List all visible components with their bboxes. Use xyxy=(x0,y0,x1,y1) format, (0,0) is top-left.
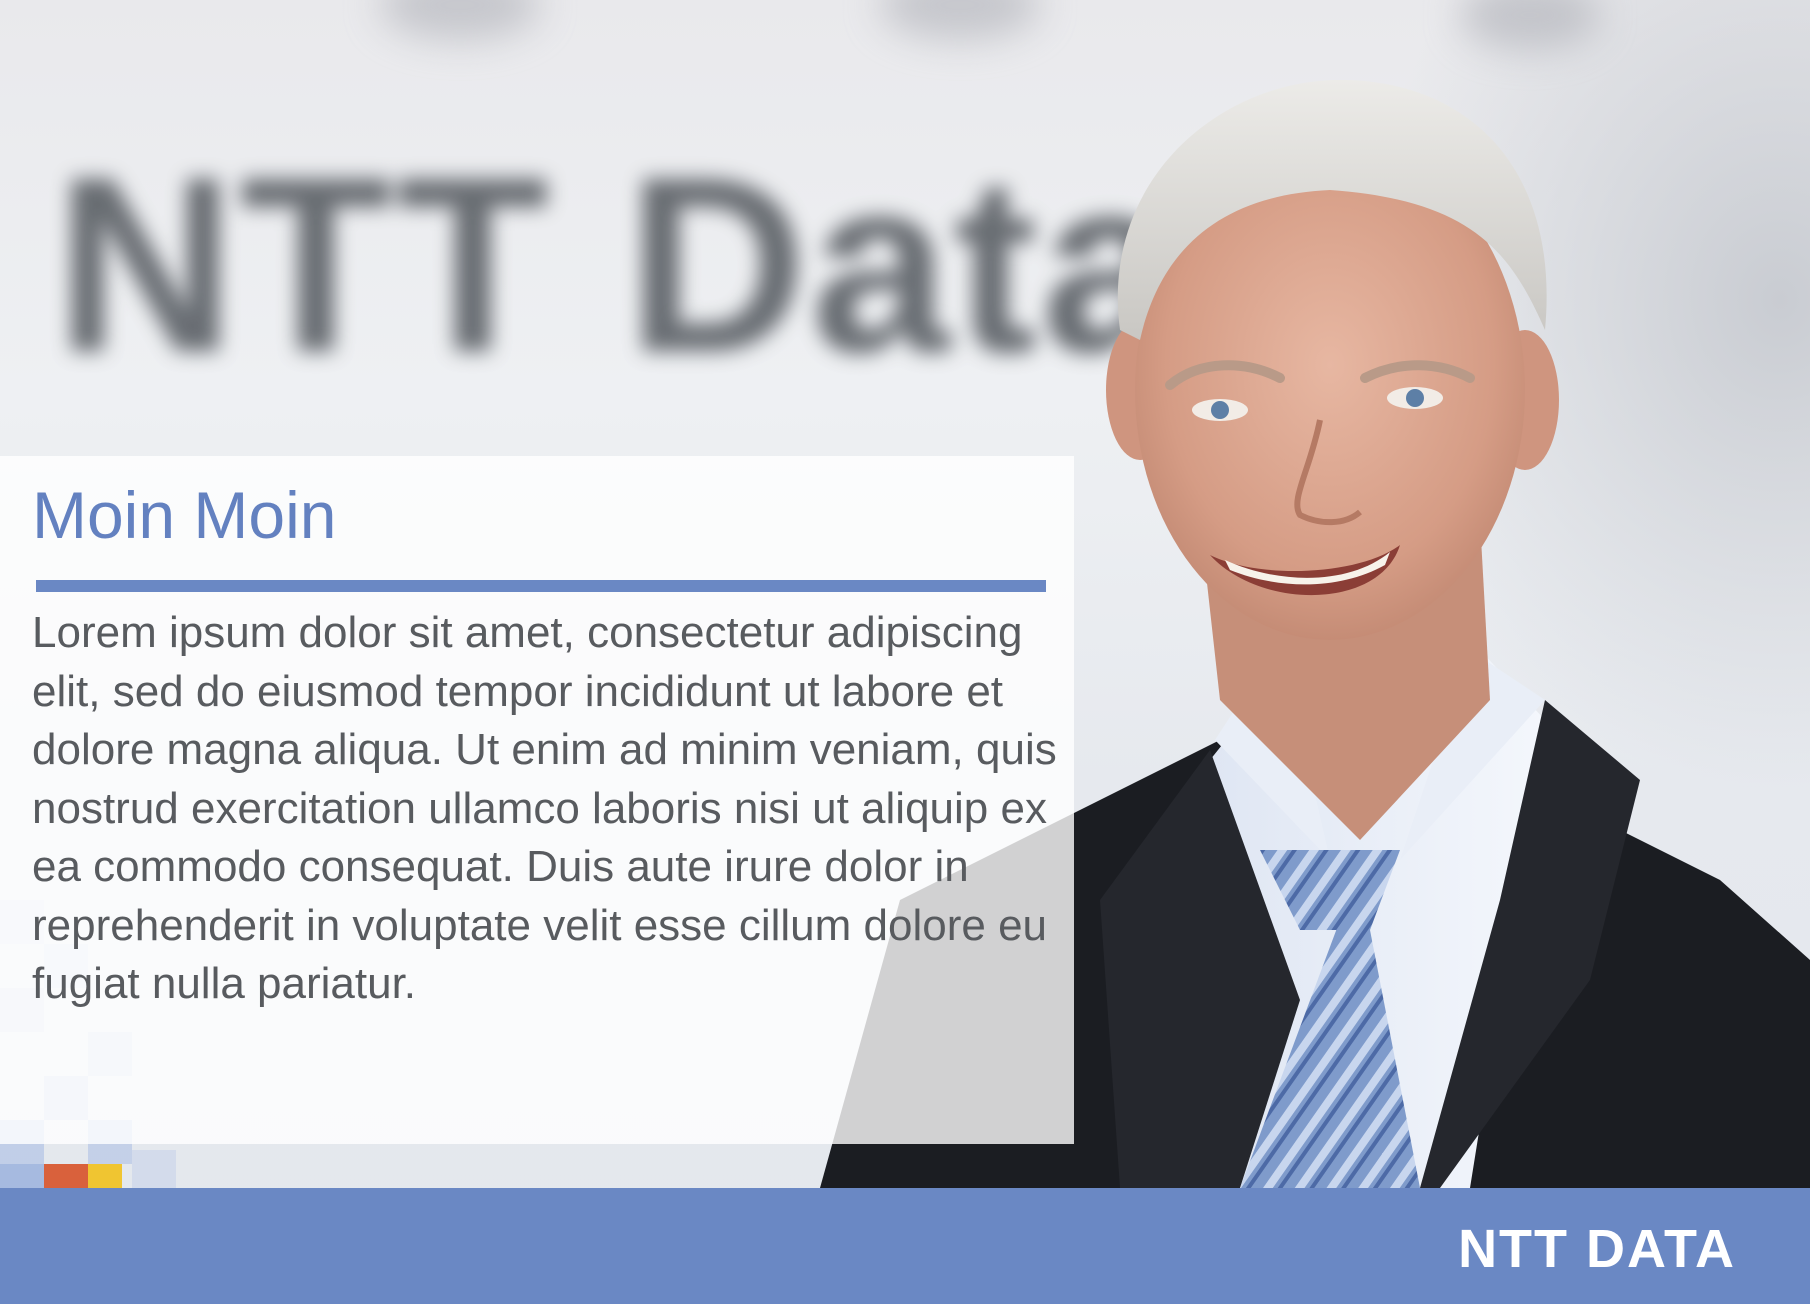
company-logo: NTT DATA xyxy=(1458,1219,1736,1279)
slide-canvas: NTT Data Moin Moin Lorem ipsum dolor sit… xyxy=(0,0,1810,1304)
slide-body-text: Lorem ipsum dolor sit amet, consectetur … xyxy=(32,608,1057,1008)
headline-divider xyxy=(36,580,1046,592)
slide-headline: Moin Moin xyxy=(32,478,337,552)
